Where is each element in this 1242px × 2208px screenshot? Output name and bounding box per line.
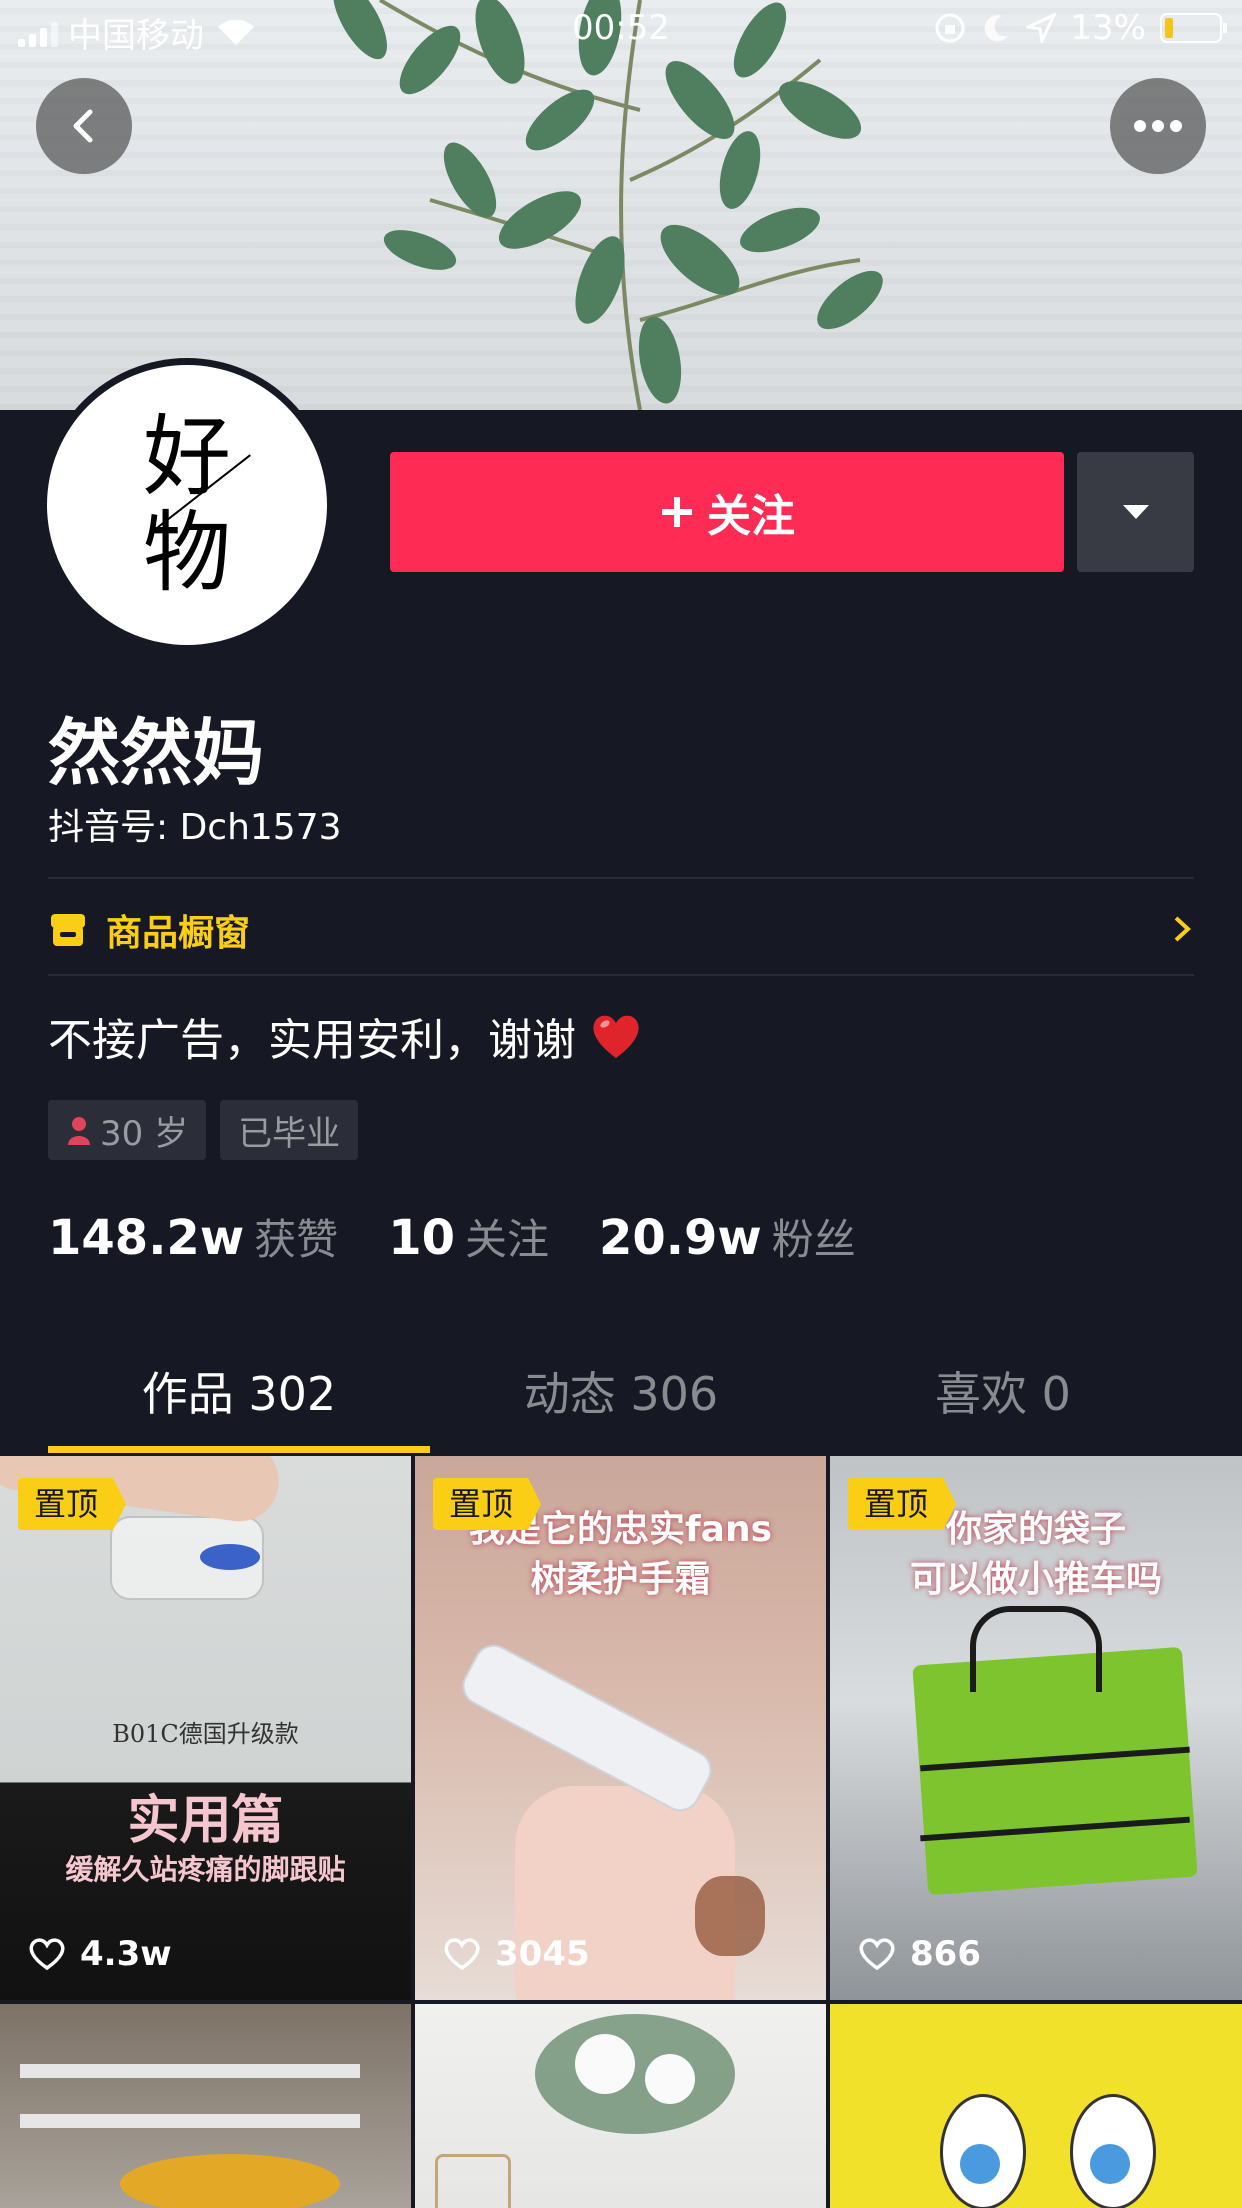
avatar-char-bottom: 物 — [142, 501, 231, 604]
plant-illustration — [333, 0, 883, 410]
video-thumbnail[interactable] — [830, 2004, 1242, 2208]
profile-tags: 30 岁 已毕业 — [48, 1100, 359, 1160]
tab-likes[interactable]: 喜欢 0 — [812, 1360, 1194, 1454]
active-tab-indicator — [48, 1446, 430, 1453]
pinned-badge: 置顶 — [433, 1478, 542, 1530]
back-button[interactable] — [36, 78, 132, 174]
bio-text: 不接广告，实用安利，谢谢 — [48, 1015, 576, 1066]
pinned-badge: 置顶 — [18, 1478, 127, 1530]
avatar[interactable]: 好 物 — [40, 358, 334, 652]
video-likes-count: 866 — [910, 1934, 981, 1974]
avatar-char-top: 好 — [142, 405, 231, 508]
heart-outline-icon — [29, 1938, 65, 1971]
video-likes-count: 3045 — [495, 1934, 590, 1974]
video-likes-count: 4.3w — [80, 1934, 172, 1974]
follow-button[interactable]: 关注 — [390, 452, 1064, 572]
divider — [48, 974, 1194, 976]
shop-label: 商品橱窗 — [106, 913, 251, 954]
video-likes: 3045 — [443, 1934, 590, 1974]
red-heart-icon — [593, 1015, 639, 1058]
tag-age-label: 30 岁 — [100, 1113, 189, 1154]
tag-education: 已毕业 — [220, 1100, 359, 1160]
following-label[interactable]: 关注 — [465, 1206, 549, 1267]
video-caption-small: B01C德国升级款 — [112, 1720, 299, 1748]
video-thumbnail[interactable]: B01C德国升级款 实用篇 缓解久站疼痛的脚跟贴 置顶 4.3w — [0, 1456, 411, 2000]
video-likes: 4.3w — [28, 1934, 172, 1974]
chevron-right-icon — [1174, 916, 1191, 942]
douyin-id: 抖音号: Dch1573 — [48, 807, 342, 848]
video-caption-sub: 缓解久站疼痛的脚跟贴 — [65, 1853, 346, 1886]
content-tabs: 作品 302 动态 306 喜欢 0 — [48, 1360, 1194, 1454]
recommend-dropdown-button[interactable] — [1077, 452, 1194, 572]
ellipsis-icon — [1134, 120, 1182, 132]
location-icon — [1026, 13, 1057, 43]
tab-works[interactable]: 作品 302 — [48, 1360, 430, 1454]
heart-outline-icon — [859, 1938, 895, 1971]
caret-down-icon — [1122, 505, 1149, 519]
video-thumbnail[interactable]: 我是它的忠实fans 树柔护手霜 置顶 3045 — [415, 1456, 826, 2000]
divider — [48, 877, 1194, 879]
more-button[interactable] — [1110, 78, 1206, 174]
followers-label[interactable]: 粉丝 — [772, 1206, 856, 1267]
likes-label: 获赞 — [254, 1215, 339, 1264]
tag-education-label: 已毕业 — [238, 1113, 341, 1154]
chevron-left-icon — [73, 109, 93, 143]
moon-icon — [985, 15, 1009, 42]
profile-name: 然然妈 — [48, 711, 265, 795]
video-thumbnail[interactable] — [0, 2004, 411, 2208]
tag-age: 30 岁 — [48, 1100, 207, 1160]
rotation-lock-icon — [935, 13, 965, 43]
profile-banner — [0, 0, 1242, 410]
plus-icon — [662, 497, 692, 527]
video-likes: 866 — [858, 1934, 981, 1974]
likes-count: 148.2w — [48, 1210, 245, 1266]
video-thumbnail[interactable] — [415, 2004, 826, 2208]
video-caption-title: 实用篇 — [127, 1791, 284, 1851]
heart-outline-icon — [444, 1938, 480, 1971]
battery-icon — [1160, 13, 1227, 43]
pinned-badge: 置顶 — [848, 1478, 957, 1530]
tab-activity[interactable]: 动态 306 — [430, 1360, 812, 1454]
video-caption-line2: 可以做小推车吗 — [909, 1559, 1162, 1600]
profile-stats: 148.2w 获赞 10 关注 20.9w 粉丝 — [48, 1206, 906, 1267]
follow-label: 关注 — [707, 491, 795, 542]
video-thumbnail[interactable]: 你家的袋子 可以做小推车吗 置顶 866 — [830, 1456, 1242, 2000]
bio: 不接广告，实用安利，谢谢 — [48, 1004, 642, 1068]
video-caption-line2: 树柔护手霜 — [530, 1559, 711, 1600]
female-icon — [68, 1117, 90, 1145]
following-count[interactable]: 10 — [388, 1210, 455, 1266]
shop-window-link[interactable]: 商品橱窗 — [48, 900, 1194, 960]
status-bar: 中国移动 00:52 13% — [0, 0, 1242, 58]
battery-percent: 13% — [1070, 8, 1146, 48]
followers-count[interactable]: 20.9w — [599, 1210, 762, 1266]
shop-icon — [51, 914, 85, 946]
